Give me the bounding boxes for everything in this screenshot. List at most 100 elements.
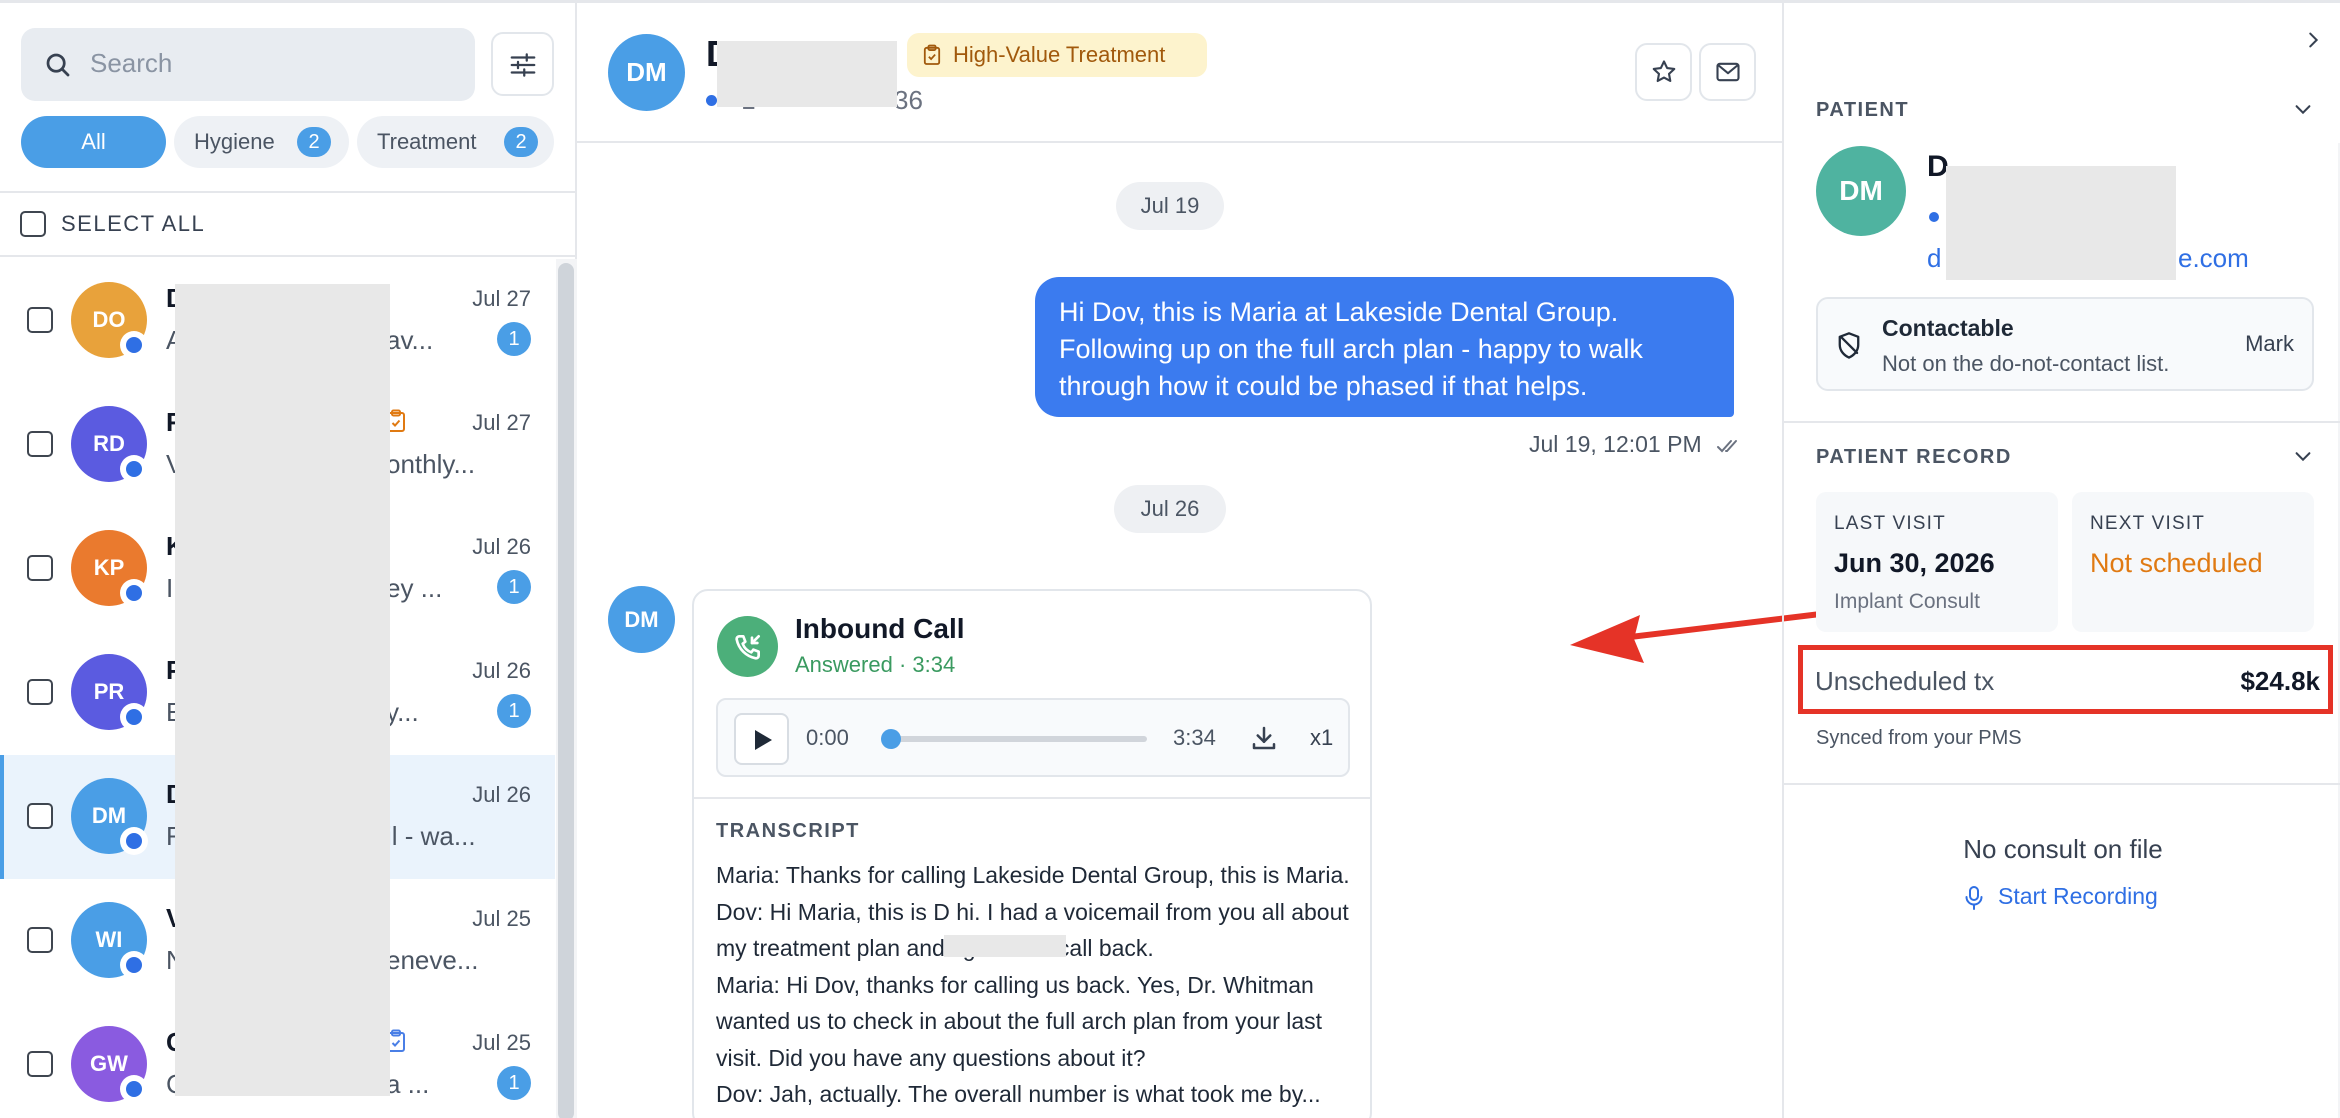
transcript-line: Maria: Thanks for calling Lakeside Denta… (716, 862, 1350, 888)
row-checkbox[interactable] (27, 431, 53, 457)
row-checkbox[interactable] (27, 555, 53, 581)
double-check-icon (1717, 439, 1737, 453)
thread-header: DM D +136 High-Value Treatment (577, 3, 1782, 143)
patient-email[interactable]: d e.com (1927, 243, 2249, 274)
tab-hygiene[interactable]: Hygiene 2 (174, 116, 349, 168)
conversation-panel: Search All Hygiene 2 Treatment 2 SELECT … (0, 3, 577, 1118)
chevron-down-icon[interactable] (2292, 445, 2314, 467)
chevron-right-icon[interactable] (2302, 29, 2324, 51)
redaction-block (175, 284, 390, 1096)
row-checkbox[interactable] (27, 927, 53, 953)
play-button[interactable] (734, 713, 789, 765)
audio-progress-track[interactable] (885, 736, 1147, 742)
transcript-line: Dov: Jah, actually. The overall number i… (716, 1081, 1321, 1107)
row-checkbox[interactable] (27, 307, 53, 333)
tab-hygiene-label: Hygiene (194, 129, 275, 154)
unscheduled-tx-value: $24.8k (2240, 666, 2320, 696)
date-separator: Jul 19 (1116, 182, 1224, 230)
tab-treatment[interactable]: Treatment 2 (357, 116, 554, 168)
redaction-block (717, 41, 897, 107)
badge-label: High-Value Treatment (953, 42, 1166, 67)
redaction-block (1946, 166, 2176, 280)
filter-button[interactable] (491, 32, 554, 96)
star-icon (1652, 60, 1676, 83)
clipboard-icon (923, 44, 941, 65)
preview-end: ey ... (386, 573, 443, 603)
last-visit-card: LAST VISIT Jun 30, 2026 Implant Consult (1816, 492, 2058, 632)
preview-end: av... (386, 325, 434, 355)
email-start: d (1927, 243, 1942, 273)
redaction-block (944, 935, 1066, 957)
app-window: Search All Hygiene 2 Treatment 2 SELECT … (0, 0, 2340, 1118)
select-all-label: SELECT ALL (61, 211, 206, 236)
unread-count-badge: 1 (497, 1066, 531, 1100)
online-status-dot (120, 331, 148, 359)
online-status-dot (120, 455, 148, 483)
star-button[interactable] (1635, 43, 1692, 101)
last-visit-date: Jun 30, 2026 (1834, 548, 1995, 578)
row-checkbox[interactable] (27, 803, 53, 829)
transcript-text: Maria: Thanks for calling Lakeside Denta… (716, 857, 1356, 1113)
patient-record-section-label: PATIENT RECORD (1816, 446, 2012, 468)
preview-start: I (166, 573, 174, 603)
no-consult-text: No consult on file (1963, 834, 2163, 864)
divider (694, 797, 1370, 799)
contact-avatar: DM (608, 34, 685, 111)
email-end: e.com (2178, 243, 2249, 273)
search-placeholder: Search (90, 48, 173, 78)
transcript-line: Maria: Hi Dov, thanks for calling us bac… (716, 971, 1322, 1071)
divider (1784, 421, 2340, 423)
audio-duration: 3:34 (1173, 725, 1216, 750)
patient-sidebar: PATIENT DM D d e.com Contactable Not on t… (1782, 3, 2340, 1118)
call-card: Inbound Call Answered · 3:34 0:00 3:34 x… (692, 589, 1372, 1118)
email-button[interactable] (1699, 43, 1756, 101)
mark-button[interactable]: Mark (2245, 331, 2294, 357)
preview-end: eneve... (386, 945, 479, 975)
search-input[interactable]: Search (21, 28, 475, 101)
online-status-dot (120, 951, 148, 979)
microphone-icon (1965, 886, 1983, 910)
scrollbar-thumb[interactable] (558, 263, 574, 1118)
call-status: Answered · 3:34 (795, 652, 956, 677)
download-icon[interactable] (1249, 723, 1279, 753)
divider (1784, 783, 2340, 785)
date-separator: Jul 26 (1114, 485, 1226, 533)
unscheduled-tx-row: Unscheduled tx $24.8k (1798, 645, 2333, 714)
audio-seek-handle[interactable] (881, 729, 901, 749)
tab-all-label: All (81, 129, 106, 154)
conversation-scrollbar[interactable] (556, 259, 577, 1118)
conversation-date: Jul 26 (472, 534, 531, 559)
unscheduled-tx-label: Unscheduled tx (1815, 666, 1995, 696)
row-checkbox[interactable] (27, 1051, 53, 1077)
unread-count-badge: 1 (497, 694, 531, 728)
conversation-date: Jul 27 (472, 286, 531, 311)
select-all-checkbox[interactable] (20, 211, 46, 237)
start-recording-label: Start Recording (1998, 883, 2158, 909)
row-checkbox[interactable] (27, 679, 53, 705)
message-timestamp: Jul 19, 12:01 PM (1529, 431, 1702, 457)
conversation-preview: Iey ... (166, 573, 442, 604)
preview-end: il - wa... (386, 821, 476, 851)
preview-end: y... (386, 697, 419, 727)
patient-section-label: PATIENT (1816, 99, 1910, 121)
transcript-label: TRANSCRIPT (716, 820, 860, 842)
inbound-call-icon (717, 616, 778, 677)
synced-note: Synced from your PMS (1816, 727, 2022, 749)
tab-all[interactable]: All (21, 116, 166, 168)
sender-avatar: DM (608, 586, 675, 653)
search-icon (46, 53, 70, 77)
message-meta: Jul 19, 12:01 PM (1529, 431, 1742, 458)
online-status-dot (120, 827, 148, 855)
conversation-date: Jul 25 (472, 906, 531, 931)
mail-icon (1716, 62, 1740, 82)
online-status-dot (120, 579, 148, 607)
conversation-date: Jul 25 (472, 1030, 531, 1055)
next-visit-status: Not scheduled (2090, 548, 2263, 578)
next-visit-card: NEXT VISIT Not scheduled (2072, 492, 2314, 632)
chevron-down-icon[interactable] (2292, 98, 2314, 120)
playback-speed-button[interactable]: x1 (1310, 725, 1333, 751)
patient-avatar: DM (1816, 146, 1906, 236)
contactable-subtitle: Not on the do-not-contact list. (1882, 351, 2170, 376)
high-value-badge: High-Value Treatment (907, 33, 1207, 77)
sliders-icon (510, 53, 536, 77)
